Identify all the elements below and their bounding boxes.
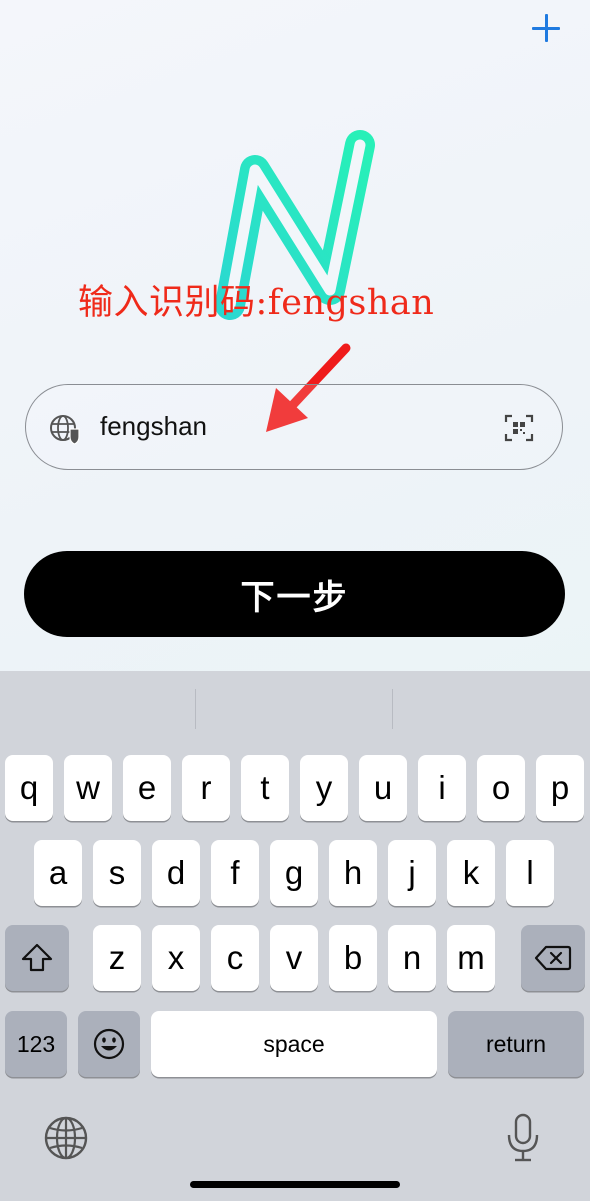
key-b[interactable]: b	[329, 925, 377, 991]
key-c[interactable]: c	[211, 925, 259, 991]
annotation-label: 输入识别码:fengshan	[78, 283, 435, 323]
key-u[interactable]: u	[359, 755, 407, 821]
key-r[interactable]: r	[182, 755, 230, 821]
shift-key[interactable]	[5, 925, 69, 991]
backspace-icon	[534, 945, 572, 971]
qr-scan-icon[interactable]	[504, 413, 534, 443]
next-step-button[interactable]: 下一步	[24, 551, 565, 637]
key-z[interactable]: z	[93, 925, 141, 991]
key-j[interactable]: j	[388, 840, 436, 906]
key-f[interactable]: f	[211, 840, 259, 906]
key-x[interactable]: x	[152, 925, 200, 991]
add-button[interactable]	[526, 8, 566, 48]
key-m[interactable]: m	[447, 925, 495, 991]
key-g[interactable]: g	[270, 840, 318, 906]
key-l[interactable]: l	[506, 840, 554, 906]
home-indicator	[190, 1181, 400, 1188]
identification-input[interactable]	[100, 411, 460, 442]
key-i[interactable]: i	[418, 755, 466, 821]
key-e[interactable]: e	[123, 755, 171, 821]
key-n[interactable]: n	[388, 925, 436, 991]
space-key[interactable]: space	[151, 1011, 437, 1077]
key-d[interactable]: d	[152, 840, 200, 906]
key-a[interactable]: a	[34, 840, 82, 906]
emoji-key[interactable]	[78, 1011, 140, 1077]
key-o[interactable]: o	[477, 755, 525, 821]
key-p[interactable]: p	[536, 755, 584, 821]
key-v[interactable]: v	[270, 925, 318, 991]
return-key[interactable]: return	[448, 1011, 584, 1077]
numbers-key[interactable]: 123	[5, 1011, 67, 1077]
delete-key[interactable]	[521, 925, 585, 991]
identification-input-field[interactable]	[25, 384, 563, 470]
suggestion-divider	[195, 689, 196, 729]
globe-icon[interactable]	[43, 1115, 89, 1161]
key-t[interactable]: t	[241, 755, 289, 821]
shift-icon	[21, 943, 53, 972]
keyboard: q w e r t y u i o p a s d f g h j k l z …	[0, 671, 590, 1201]
key-y[interactable]: y	[300, 755, 348, 821]
key-q[interactable]: q	[5, 755, 53, 821]
key-s[interactable]: s	[93, 840, 141, 906]
microphone-icon[interactable]	[505, 1113, 541, 1163]
key-k[interactable]: k	[447, 840, 495, 906]
key-w[interactable]: w	[64, 755, 112, 821]
globe-shield-icon	[50, 415, 80, 445]
key-h[interactable]: h	[329, 840, 377, 906]
emoji-icon	[93, 1028, 125, 1060]
suggestion-divider	[392, 689, 393, 729]
